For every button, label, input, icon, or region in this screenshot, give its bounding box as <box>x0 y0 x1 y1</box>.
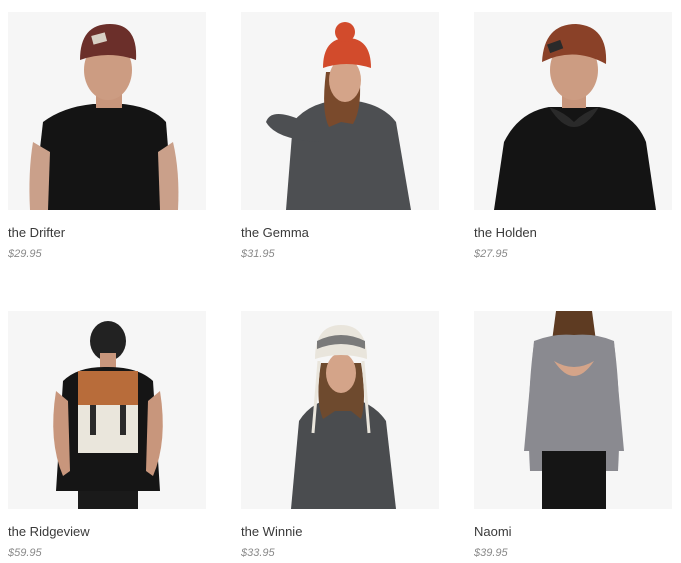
product-image-naomi[interactable] <box>474 311 672 509</box>
product-image-gemma[interactable] <box>241 12 439 210</box>
product-card-drifter[interactable]: the Drifter $29.95 <box>8 12 208 260</box>
product-image-ridgeview[interactable] <box>8 311 206 509</box>
man-backpack-image <box>8 311 206 509</box>
product-price: $59.95 <box>8 547 42 559</box>
product-grid: the Drifter $29.95 the Gemma $31.95 the … <box>0 0 681 563</box>
product-price: $39.95 <box>474 547 508 559</box>
woman-white-beanie-image <box>241 311 439 509</box>
product-image-holden[interactable] <box>474 12 672 210</box>
product-image-drifter[interactable] <box>8 12 206 210</box>
product-name[interactable]: the Drifter <box>8 225 65 240</box>
man-beanie-image <box>8 12 206 210</box>
product-card-naomi[interactable]: Naomi $39.95 <box>474 311 674 559</box>
product-price: $29.95 <box>8 248 42 260</box>
product-card-winnie[interactable]: the Winnie $33.95 <box>241 311 441 559</box>
product-price: $31.95 <box>241 248 275 260</box>
product-name[interactable]: the Gemma <box>241 225 309 240</box>
product-price: $27.95 <box>474 248 508 260</box>
woman-open-back-image <box>474 311 672 509</box>
man-hoodie-beanie-image <box>474 12 672 210</box>
product-image-winnie[interactable] <box>241 311 439 509</box>
woman-pom-beanie-image <box>241 12 439 210</box>
product-name[interactable]: the Ridgeview <box>8 524 90 539</box>
product-name[interactable]: Naomi <box>474 524 512 539</box>
product-card-holden[interactable]: the Holden $27.95 <box>474 12 674 260</box>
product-card-ridgeview[interactable]: the Ridgeview $59.95 <box>8 311 208 559</box>
product-card-gemma[interactable]: the Gemma $31.95 <box>241 12 441 260</box>
product-price: $33.95 <box>241 547 275 559</box>
product-name[interactable]: the Winnie <box>241 524 302 539</box>
product-name[interactable]: the Holden <box>474 225 537 240</box>
